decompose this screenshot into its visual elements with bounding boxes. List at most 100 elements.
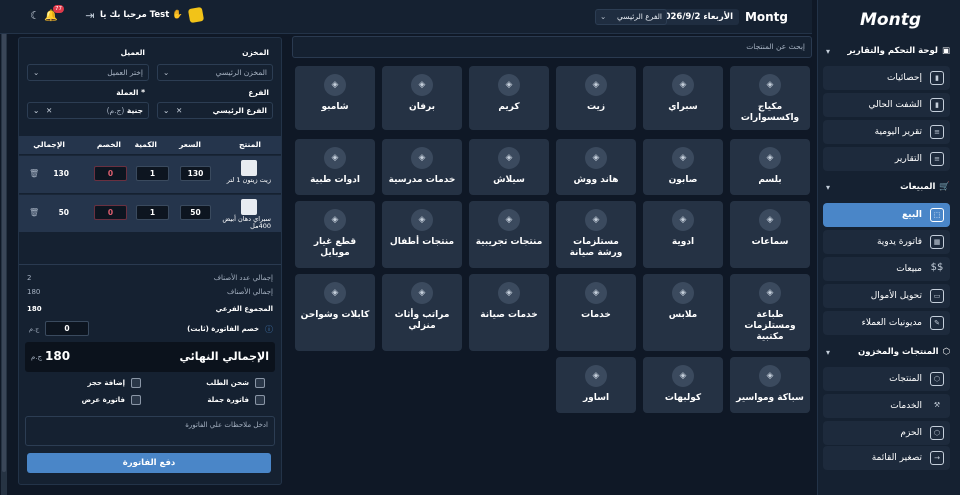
category-tile[interactable]: ◈ ادوية [643, 201, 723, 268]
currency-label: العملة * [116, 88, 145, 97]
tag-icon: ◈ [672, 74, 694, 96]
category-tile[interactable]: ◈ منتجات أطفال [382, 201, 462, 268]
discount-input[interactable]: 0 [94, 205, 127, 220]
chevron-down-icon: ⌄ [163, 106, 170, 115]
category-label: سماعات [751, 237, 789, 247]
category-tile[interactable]: ◈ برفان [382, 66, 462, 130]
category-tile[interactable]: ◈ اساور [556, 357, 636, 413]
category-tile[interactable]: ◈ صابون [643, 139, 723, 195]
sidebar-item-manual-invoice[interactable]: فاتورة يدوية ▦ [823, 230, 950, 254]
branch-select-field[interactable]: ⌄ ✕ الفرع الرئيسي [157, 102, 273, 119]
category-tile[interactable]: ◈ زيت [556, 66, 636, 130]
files-icon: ≡ [930, 152, 944, 166]
price-input[interactable]: 50 [180, 205, 211, 220]
sidebar-item-bundles[interactable]: الحزم ⬡ [823, 421, 950, 445]
add-reservation-checkbox[interactable] [131, 378, 141, 388]
branch-select[interactable]: ⌄ الفرع الرئيسي [595, 9, 667, 25]
invoice-discount-input[interactable]: 0 [45, 321, 89, 336]
category-tile[interactable]: ◈ مستلزمات ورشة صيانة [556, 201, 636, 268]
sidebar-item-products[interactable]: المنتجات ⬡ [823, 367, 950, 391]
sidebar-section-sales[interactable]: ▾ المبيعات 🛒 [826, 178, 950, 196]
welcome-message: مرحبا بك يا Test ✋ [100, 6, 204, 24]
edit-icon: ✎ [930, 316, 944, 330]
currency-select[interactable]: ⌄ ✕ جنية (ج.م) [27, 102, 149, 119]
category-tile[interactable]: ◈ قطع غيار موبايل [295, 201, 375, 268]
category-tile[interactable]: ◈ شامبو [295, 66, 375, 130]
sidebar-item-sell[interactable]: البيع ⬚ [823, 203, 950, 227]
customer-select[interactable]: ⌄ إختر العميل [27, 64, 149, 81]
category-tile[interactable]: ◈ خدمات صيانة [469, 274, 549, 351]
sidebar-item-money-transfer[interactable]: تحويل الأموال ▭ [823, 284, 950, 308]
bell-icon[interactable]: 🔔 77 [44, 5, 64, 23]
sidebar-item-reports[interactable]: التقارير ≡ [823, 147, 950, 171]
category-tile[interactable]: ◈ كولبهات [643, 357, 723, 413]
category-tile[interactable]: ◈ خدمات مدرسية [382, 139, 462, 195]
tag-icon: ◈ [585, 147, 607, 169]
collapse-menu-button[interactable]: تصغير القائمة → [823, 446, 950, 470]
moon-icon[interactable]: ☾ [28, 9, 42, 23]
sidebar-item-services[interactable]: الخدمات ⚒ [823, 394, 950, 418]
category-label: خدمات [581, 310, 611, 320]
quote-invoice-checkbox[interactable] [131, 395, 141, 405]
sidebar-section-dashboard[interactable]: ▾ لوحة التحكم والتقارير ▣ [826, 42, 950, 60]
subtotal-value: 180 [27, 305, 42, 313]
tag-icon: ◈ [411, 147, 433, 169]
sidebar-item-current-shift[interactable]: الشفت الحالي ▮ [823, 93, 950, 117]
final-total-label: الإجمالي النهائي [179, 350, 269, 363]
category-tile[interactable]: ◈ طباعة ومستلزمات مكتبية [730, 274, 810, 351]
pay-invoice-button[interactable]: دفع الفاتورة [27, 453, 271, 473]
category-tile[interactable]: ◈ مراتب وأثاث منزلي [382, 274, 462, 351]
product-search-input[interactable]: إبحث عن المنتجات [292, 36, 812, 58]
category-tile[interactable]: ◈ خدمات [556, 274, 636, 351]
page-scrollbar[interactable] [1, 0, 7, 495]
sidebar-item-customer-debts[interactable]: مديونيات العملاء ✎ [823, 311, 950, 335]
category-label: مراتب وأثاث منزلي [394, 310, 450, 331]
category-tile[interactable]: ◈ منتجات تجريبية [469, 201, 549, 268]
invoice-notes-textarea[interactable]: ادخل ملاحظات علي الفاتورة [25, 416, 275, 446]
category-tile[interactable]: ◈ سباكة ومواسير [730, 357, 810, 413]
category-tile[interactable]: ◈ مكياج واكسسوارات [730, 66, 810, 130]
price-input[interactable]: 130 [180, 166, 211, 181]
tag-icon: ◈ [324, 282, 346, 304]
sidebar-item-stats[interactable]: إحصائيات ▮ [823, 66, 950, 90]
qty-input[interactable]: 1 [136, 166, 169, 181]
sidebar-logo: Montg [860, 10, 921, 30]
logout-icon[interactable]: ⇥ [83, 9, 97, 23]
sidebar-item-sales[interactable]: مبيعات $$ [823, 257, 950, 281]
trash-icon[interactable]: 🗑 [29, 208, 39, 217]
category-tile[interactable]: ◈ بلسم [730, 139, 810, 195]
product-name: زيت زيتون 1 لتر [226, 176, 271, 184]
product-name: سبراي دهان أبيض 400مل [222, 215, 271, 230]
qty-input[interactable]: 1 [136, 205, 169, 220]
discount-input[interactable]: 0 [94, 166, 127, 181]
clear-icon[interactable]: ✕ [176, 103, 182, 118]
cart-table-header: المنتج السعر الكمية الخصم الإجمالي [19, 136, 281, 154]
quote-invoice-label: فاتورة عرض [81, 396, 125, 404]
category-tile[interactable]: ◈ هاند ووش [556, 139, 636, 195]
sidebar: Montg ▾ لوحة التحكم والتقارير ▣ إحصائيات ▮ … [817, 0, 960, 495]
info-icon: ⓘ [265, 325, 273, 334]
trash-icon[interactable]: 🗑 [29, 169, 39, 178]
category-label: سباكة ومواسير [736, 393, 804, 403]
sidebar-item-daily-report[interactable]: تقرير اليومية ≡ [823, 120, 950, 144]
category-label: خدمات مدرسية [388, 175, 456, 185]
category-tile[interactable]: ◈ سبراي [643, 66, 723, 130]
category-tile[interactable]: ◈ سماعات [730, 201, 810, 268]
tag-icon: ◈ [498, 282, 520, 304]
clear-icon[interactable]: ✕ [46, 103, 52, 118]
category-label: منتجات تجريبية [475, 237, 543, 247]
sidebar-section-products[interactable]: ▾ المنتجات والمخزون ⬡ [826, 343, 950, 361]
category-label: خدمات صيانة [480, 310, 538, 320]
ship-order-checkbox[interactable] [255, 378, 265, 388]
category-tile[interactable]: ◈ ادوات طبية [295, 139, 375, 195]
broom-icon: ⚒ [933, 401, 941, 409]
category-tile[interactable]: ◈ سيلاش [469, 139, 549, 195]
warehouse-select[interactable]: ⌄ المخزن الرئيسي [157, 64, 273, 81]
category-tile[interactable]: ◈ كابلات وشواحن [295, 274, 375, 351]
tag-icon: ◈ [672, 365, 694, 387]
wholesale-invoice-checkbox[interactable] [255, 395, 265, 405]
chevron-icon: ▾ [826, 347, 831, 357]
category-tile[interactable]: ◈ ملابس [643, 274, 723, 351]
tag-icon: ◈ [411, 282, 433, 304]
category-tile[interactable]: ◈ كريم [469, 66, 549, 130]
